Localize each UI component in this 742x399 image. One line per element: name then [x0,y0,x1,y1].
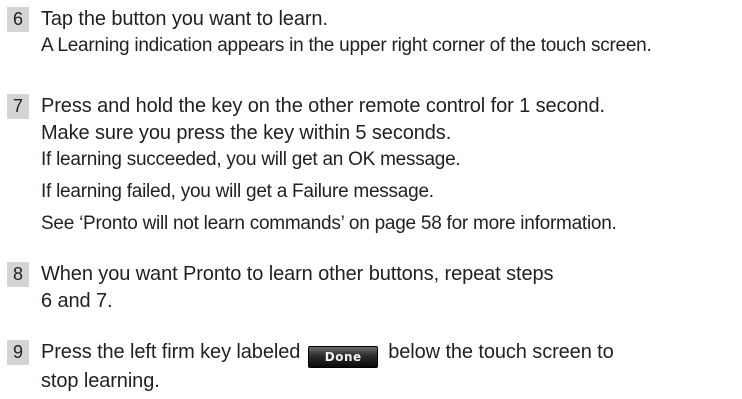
step-instruction: Press the left firm key labeled Done below… [41,339,614,368]
step-note: If learning failed, you will get a Failu… [41,181,434,202]
step-note: A Learning indication appears in the upp… [41,35,652,56]
step-instruction: Make sure you press the key within 5 sec… [41,122,452,144]
manual-page: 6 Tap the button you want to learn. A Le… [0,0,742,399]
done-firm-key-icon: Done [308,346,379,368]
step-instruction-start: Press the left firm key labeled [41,341,301,363]
step-instruction: When you want Pronto to learn other butt… [41,263,554,285]
step-instruction: Press and hold the key on the other remo… [41,95,605,117]
step-instruction: 6 and 7. [41,290,113,312]
step-number: 9 [7,340,29,365]
step-number: 8 [7,262,29,287]
step-instruction-end: below the touch screen to [388,341,614,363]
step-note: See ‘Pronto will not learn commands’ on … [41,213,617,234]
step-instruction: stop learning. [41,370,160,392]
step-number: 7 [7,94,29,119]
step-number: 6 [7,7,29,32]
step-instruction: Tap the button you want to learn. [41,8,328,30]
step-note: If learning succeeded, you will get an O… [41,149,461,170]
